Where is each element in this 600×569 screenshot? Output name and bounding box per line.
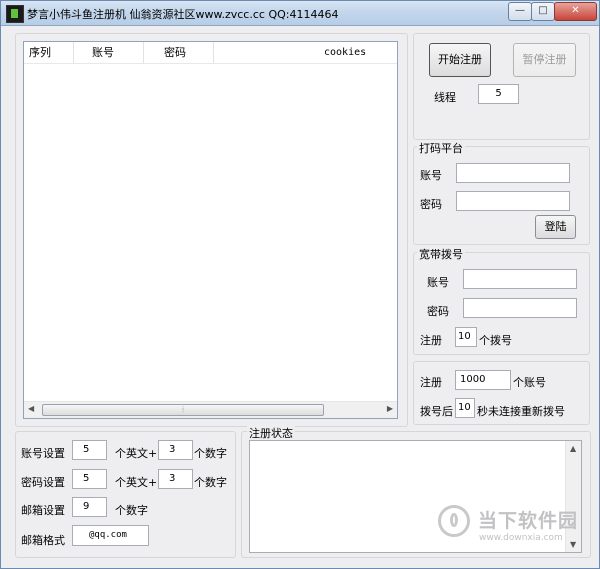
thread-input[interactable]: 5	[478, 84, 519, 104]
maximize-button[interactable]: □	[531, 2, 555, 21]
scroll-up-icon[interactable]: ▲	[570, 444, 576, 453]
horizontal-scrollbar[interactable]: ◀ ⦙ ▶	[24, 401, 397, 418]
account-digits-suffix: 个数字	[194, 447, 227, 460]
password-settings-label: 密码设置	[21, 476, 65, 489]
scroll-thumb[interactable]: ⦙	[42, 404, 324, 416]
account-digits-input[interactable]: 3	[158, 440, 193, 460]
window-title: 梦言小伟斗鱼注册机 仙翁资源社区www.zvcc.cc QQ:4114464	[27, 8, 339, 21]
dial-timeout-suffix: 秒未连接重新拨号	[477, 405, 565, 418]
broadband-password-label: 密码	[427, 305, 449, 318]
captcha-account-label: 账号	[420, 169, 442, 182]
password-digits-suffix: 个数字	[194, 476, 227, 489]
broadband-group-title: 宽带拨号	[417, 246, 465, 262]
captcha-password-label: 密码	[420, 198, 442, 211]
captcha-password-input[interactable]	[456, 191, 570, 211]
account-letters-suffix: 个英文+	[115, 447, 158, 460]
broadband-register-label: 注册	[420, 334, 442, 347]
register-count-suffix: 个账号	[513, 376, 546, 389]
title-bar[interactable]: 梦言小伟斗鱼注册机 仙翁资源社区www.zvcc.cc QQ:4114464 —…	[1, 1, 599, 26]
dial-count-input[interactable]: 10	[455, 327, 477, 347]
scroll-right-icon[interactable]: ▶	[387, 404, 393, 413]
password-letters-input[interactable]: 5	[72, 469, 107, 489]
scroll-left-icon[interactable]: ◀	[28, 404, 34, 413]
captcha-group-title: 打码平台	[417, 140, 465, 156]
watermark-text: 当下软件园	[478, 510, 579, 532]
captcha-account-input[interactable]	[456, 163, 570, 183]
broadband-account-label: 账号	[427, 276, 449, 289]
column-header-cookies[interactable]: cookies	[214, 42, 397, 63]
dial-after-label: 拨号后	[420, 405, 453, 418]
password-letters-suffix: 个英文+	[115, 476, 158, 489]
dial-count-suffix: 个拨号	[479, 334, 512, 347]
broadband-password-input[interactable]	[463, 298, 577, 318]
status-title: 注册状态	[247, 425, 295, 441]
scroll-down-icon[interactable]: ▼	[570, 540, 576, 549]
register-count-label: 注册	[420, 376, 442, 389]
pause-register-button[interactable]: 暂停注册	[513, 43, 576, 77]
broadband-account-input[interactable]	[463, 269, 577, 289]
register-count-input[interactable]: 1000	[455, 370, 511, 390]
login-button[interactable]: 登陆	[535, 215, 576, 239]
email-digits-input[interactable]: 9	[72, 497, 107, 517]
column-header-password-label: 密码	[164, 46, 186, 59]
column-header-password[interactable]: 密码	[144, 42, 214, 63]
thread-label: 线程	[434, 91, 456, 104]
dial-timeout-input[interactable]: 10	[455, 398, 475, 418]
close-button[interactable]: ✕	[554, 2, 597, 21]
watermark-url: www.downxia.com	[479, 533, 563, 543]
email-format-label: 邮箱格式	[21, 534, 65, 547]
email-settings-label: 邮箱设置	[21, 504, 65, 517]
minimize-button[interactable]: —	[508, 2, 532, 21]
column-header-account-label: 账号	[92, 46, 114, 59]
column-header-account[interactable]: 账号	[74, 42, 144, 63]
email-format-input[interactable]: @qq.com	[72, 525, 149, 546]
column-header-cookies-label: cookies	[324, 47, 367, 58]
watermark-logo-icon	[438, 505, 470, 537]
email-digits-suffix: 个数字	[115, 504, 148, 517]
account-list[interactable]: 序列 账号 密码 cookies ◀ ⦙ ▶	[23, 41, 398, 419]
header-divider	[24, 63, 397, 64]
column-header-index[interactable]: 序列	[24, 42, 74, 63]
app-icon	[6, 5, 24, 23]
start-register-button[interactable]: 开始注册	[429, 43, 491, 77]
password-digits-input[interactable]: 3	[158, 469, 193, 489]
vertical-scrollbar[interactable]: ▲ ▼	[565, 441, 581, 552]
account-settings-label: 账号设置	[21, 447, 65, 460]
account-letters-input[interactable]: 5	[72, 440, 107, 460]
main-window: 梦言小伟斗鱼注册机 仙翁资源社区www.zvcc.cc QQ:4114464 —…	[0, 0, 600, 569]
